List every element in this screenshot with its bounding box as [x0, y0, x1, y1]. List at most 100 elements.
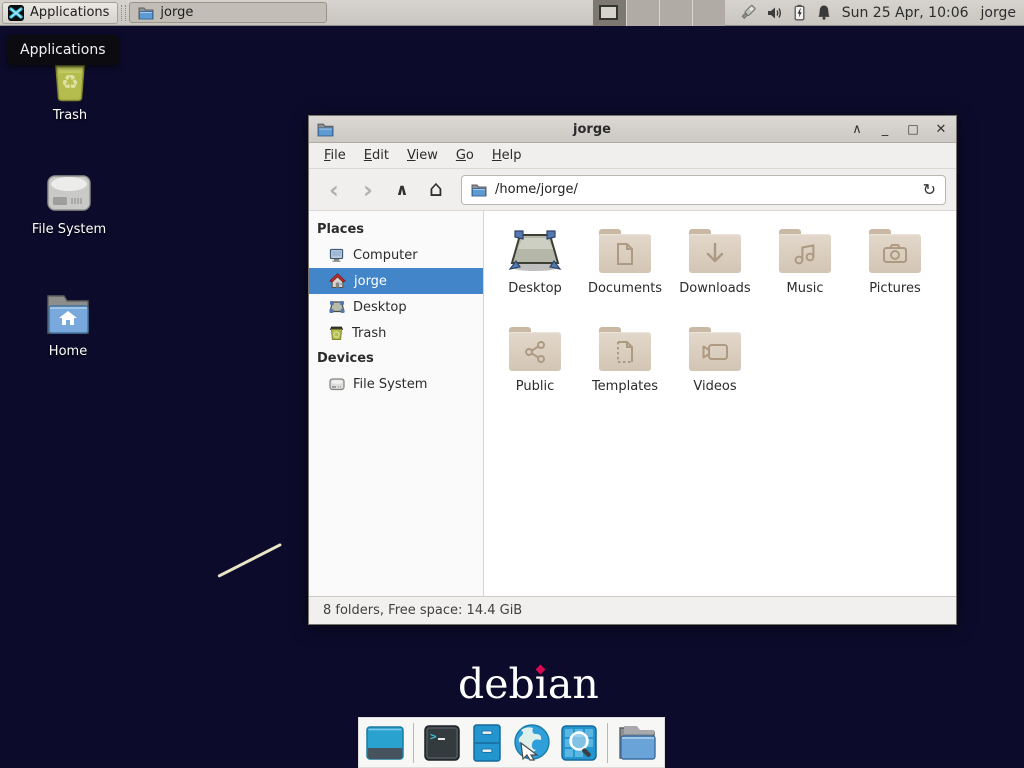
sidebar-item-computer[interactable]: Computer [309, 242, 483, 268]
desktop-icon-label: Home [49, 344, 87, 359]
svg-text:♻: ♻ [61, 70, 79, 94]
home-button[interactable]: ⌂ [421, 175, 451, 205]
sidebar-item-label: File System [353, 377, 427, 392]
toolbar: ‹ › ∧ ⌂ /home/jorge/ ↻ [309, 169, 956, 211]
desktop-special-icon [507, 229, 563, 273]
file-manager-window: jorge ∧ _ □ ✕ File Edit View Go Help ‹ ›… [308, 115, 957, 625]
taskbar-button-label: jorge [160, 5, 193, 20]
applications-tooltip: Applications [7, 35, 119, 65]
sidebar-item-desktop[interactable]: Desktop [309, 294, 483, 320]
file-item-desktop[interactable]: Desktop [490, 219, 580, 317]
file-manager-icon [616, 724, 658, 762]
svg-text:>: > [430, 730, 437, 743]
sidebar-item-trash[interactable]: Trash [309, 320, 483, 346]
menu-help[interactable]: Help [483, 144, 531, 167]
hard-drive-icon [44, 170, 94, 216]
sidebar-item-label: Trash [352, 326, 386, 341]
desktop-icon-home[interactable]: Home [13, 292, 123, 359]
file-manager-launcher[interactable] [616, 722, 658, 764]
file-item-label: Downloads [679, 281, 750, 296]
workspace-window-thumb [599, 5, 618, 20]
shade-button[interactable]: ∧ [850, 116, 864, 143]
file-cabinet-launcher[interactable] [468, 722, 505, 764]
panel-handle [121, 5, 126, 21]
workspace-switcher [593, 0, 725, 26]
menu-file[interactable]: File [315, 144, 355, 167]
window-icon [317, 122, 334, 137]
menu-edit[interactable]: Edit [355, 144, 398, 167]
user-home-icon [329, 273, 346, 289]
window-titlebar[interactable]: jorge ∧ _ □ ✕ [309, 116, 956, 143]
menu-view[interactable]: View [398, 144, 447, 167]
file-item-public[interactable]: Public [490, 317, 580, 415]
sidebar-item-jorge[interactable]: jorge [309, 268, 483, 294]
show-desktop-button[interactable] [365, 722, 405, 764]
web-browser-launcher[interactable] [511, 722, 553, 764]
stray-line-artifact [217, 543, 282, 578]
removable-media-icon[interactable] [739, 4, 757, 21]
app-finder-icon [559, 723, 599, 763]
applications-menu-label: Applications [30, 5, 109, 20]
system-tray [739, 4, 832, 21]
document-emblem-icon [615, 242, 635, 266]
camera-emblem-icon [882, 243, 908, 265]
show-desktop-icon [365, 723, 405, 763]
dock-separator [607, 723, 608, 763]
session-user-menu[interactable]: jorge [981, 5, 1016, 21]
template-emblem-icon [615, 340, 635, 364]
file-cabinet-icon [469, 723, 505, 763]
forward-button[interactable]: › [353, 175, 383, 205]
panel-clock[interactable]: Sun 25 Apr, 10:06 [842, 5, 969, 21]
debian-logo-text: deb [458, 660, 535, 708]
folder-icon [138, 6, 154, 20]
web-browser-icon [511, 722, 553, 764]
taskbar-button-jorge[interactable]: jorge [129, 2, 327, 23]
up-button[interactable]: ∧ [387, 175, 417, 205]
bottom-dock: > [358, 717, 665, 768]
file-item-pictures[interactable]: Pictures [850, 219, 940, 317]
minimize-button[interactable]: _ [878, 116, 892, 143]
maximize-button[interactable]: □ [906, 116, 920, 143]
location-bar[interactable]: /home/jorge/ ↻ [461, 175, 946, 205]
application-finder-launcher[interactable] [559, 722, 599, 764]
sidebar: Places Computer jorge [309, 211, 484, 596]
file-item-music[interactable]: Music [760, 219, 850, 317]
desktop-icon-filesystem[interactable]: File System [14, 170, 124, 237]
terminal-launcher[interactable]: > [422, 722, 462, 764]
top-panel: Applications jorge [0, 0, 1024, 26]
file-item-templates[interactable]: Templates [580, 317, 670, 415]
workspace-1[interactable] [593, 0, 626, 26]
share-emblem-icon [523, 340, 547, 364]
file-view: Desktop Documents Downloads [484, 211, 956, 596]
close-button[interactable]: ✕ [934, 116, 948, 143]
path-input[interactable]: /home/jorge/ [495, 182, 915, 197]
sidebar-item-file-system[interactable]: File System [309, 371, 483, 397]
battery-icon[interactable] [792, 4, 807, 21]
reload-icon[interactable]: ↻ [923, 180, 936, 199]
file-item-downloads[interactable]: Downloads [670, 219, 760, 317]
volume-icon[interactable] [766, 5, 783, 21]
workspace-3[interactable] [659, 0, 692, 26]
music-emblem-icon [793, 242, 817, 266]
file-item-label: Desktop [508, 281, 562, 296]
back-button[interactable]: ‹ [319, 175, 349, 205]
debian-logo-i: ı [535, 660, 548, 708]
applications-menu-button[interactable]: Applications [2, 2, 118, 24]
computer-icon [329, 248, 345, 263]
file-item-label: Videos [693, 379, 736, 394]
dock-separator [413, 723, 414, 763]
video-emblem-icon [701, 342, 729, 362]
terminal-icon: > [422, 723, 462, 763]
workspace-4[interactable] [692, 0, 725, 26]
sidebar-item-label: Desktop [353, 300, 407, 315]
menu-go[interactable]: Go [447, 144, 483, 167]
places-header: Places [309, 217, 483, 242]
sidebar-item-label: jorge [354, 274, 387, 289]
workspace-2[interactable] [626, 0, 659, 26]
notifications-bell-icon[interactable] [816, 4, 832, 21]
file-item-videos[interactable]: Videos [670, 317, 760, 415]
debian-logo-text-2: an [548, 660, 599, 708]
desktop-mini-icon [329, 300, 345, 314]
debian-logo: debıan [458, 660, 599, 710]
file-item-documents[interactable]: Documents [580, 219, 670, 317]
